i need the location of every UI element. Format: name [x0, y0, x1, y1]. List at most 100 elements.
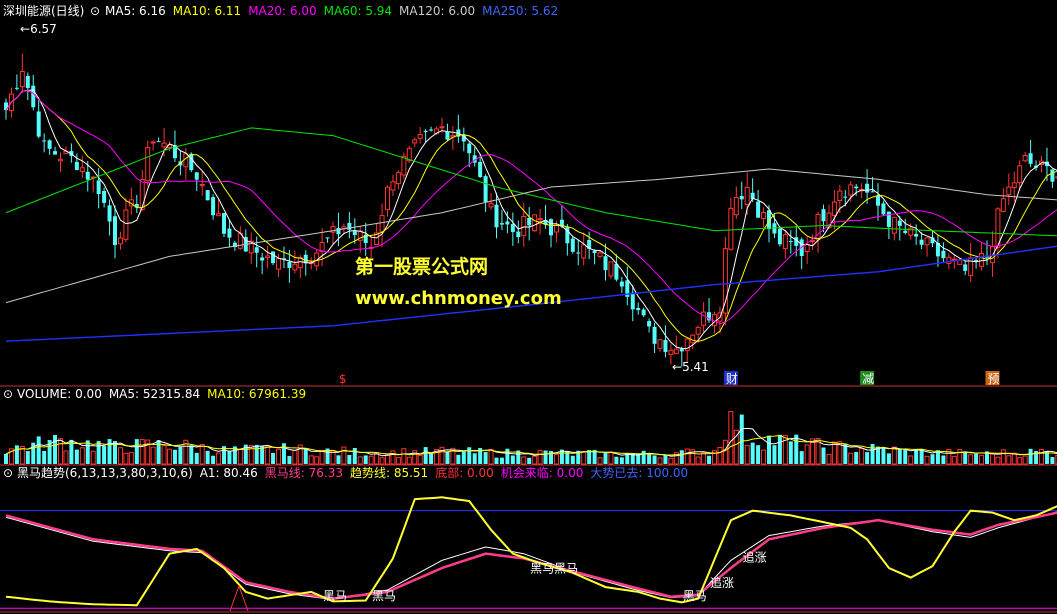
volume-bar	[467, 447, 472, 464]
volume-bar	[1006, 455, 1012, 465]
volume-bar	[1022, 455, 1028, 465]
svg-text:减: 减	[862, 372, 874, 386]
legend-item: 大势已去: 100.00	[590, 466, 688, 480]
volume-bar	[128, 452, 134, 465]
volume-bar	[139, 439, 145, 465]
legend-item: A1: 80.46	[200, 466, 258, 480]
volume-bar	[401, 448, 407, 465]
volume-bar	[831, 441, 837, 465]
volume-bar	[205, 450, 210, 464]
volume-bar	[483, 451, 488, 464]
volume-bar	[336, 455, 341, 464]
volume-bar	[701, 452, 707, 465]
volume-bar	[379, 457, 385, 465]
volume-legend: ⊙ VOLUME: 0.00 MA5: 52315.84 MA10: 67961.3…	[3, 387, 306, 401]
event-marker[interactable]: $	[339, 372, 347, 386]
volume-bar	[537, 449, 543, 465]
event-marker[interactable]: 预	[985, 371, 999, 386]
volume-bar	[614, 456, 619, 464]
volume-bar	[1039, 449, 1044, 465]
volume-bar	[74, 449, 79, 464]
volume-bar	[85, 440, 90, 464]
volume-bar	[979, 454, 985, 465]
volume-bar	[423, 447, 428, 464]
legend-item: 机会来临: 0.00	[501, 466, 584, 480]
volume-bar	[227, 450, 232, 464]
indicator-settings-icon[interactable]: ⊙	[3, 466, 13, 480]
volume-bar	[865, 452, 870, 464]
volume-bar	[968, 454, 974, 465]
volume-bar	[429, 453, 434, 464]
volume-bar	[395, 457, 401, 465]
volume-bar	[799, 451, 804, 464]
stock-chart: 深圳能源(日线) ⊙ MA5: 6.16 MA10: 6.11 MA20: 6.00…	[0, 0, 1057, 614]
volume-bar	[445, 451, 450, 464]
volume-bar	[919, 449, 924, 464]
volume-bar	[271, 452, 276, 464]
volume-bar	[995, 456, 1001, 465]
volume-bar	[859, 447, 865, 465]
event-marker[interactable]: 减	[860, 371, 874, 386]
volume-legend-row: VOLUME: 0.00 MA5: 52315.84 MA10: 67961.39	[17, 387, 306, 401]
volume-bar	[1050, 457, 1055, 464]
volume-bar	[150, 446, 156, 465]
ma-legend-row: MA5: 6.16 MA10: 6.11 MA20: 6.00 MA60: 5.94 M…	[105, 4, 558, 18]
volume-bar	[521, 456, 527, 465]
volume-bar	[870, 444, 875, 464]
volume-bar	[652, 455, 657, 464]
volume-bar	[161, 444, 167, 465]
volume-bar	[319, 449, 325, 465]
volume-bar	[292, 450, 298, 465]
volume-bar	[974, 453, 979, 464]
legend-item: MA10: 67961.39	[207, 387, 306, 401]
volume-bar	[848, 452, 854, 465]
annotation-label: 黑马	[683, 589, 707, 603]
volume-bar	[527, 457, 532, 464]
volume-bar	[963, 451, 968, 464]
volume-bar	[488, 448, 494, 465]
volume-bar	[543, 450, 548, 464]
volume-bar	[581, 451, 587, 465]
legend-item: 趋势线: 85.51	[350, 466, 428, 480]
volume-bar	[679, 450, 684, 464]
volume-bar	[510, 455, 515, 464]
volume-settings-icon[interactable]: ⊙	[3, 387, 13, 401]
volume-bar	[695, 456, 701, 465]
volume-bar	[951, 455, 957, 465]
legend-item: MA20: 6.00	[248, 4, 316, 18]
volume-bar	[417, 454, 423, 465]
volume-bar	[886, 453, 891, 464]
volume-bar	[14, 445, 19, 464]
volume-bar	[341, 446, 347, 465]
legend-item: 底部: 0.00	[435, 465, 494, 480]
legend-item: 黑马线: 76.33	[265, 466, 343, 480]
volume-bar	[826, 453, 832, 465]
volume-bar	[722, 439, 728, 465]
candle	[532, 214, 538, 233]
volume-bar	[265, 445, 271, 465]
volume-bar	[107, 439, 112, 464]
volume-bar	[505, 448, 510, 464]
volume-bar	[287, 456, 292, 464]
volume-bar	[854, 451, 859, 464]
volume-bar	[254, 444, 259, 464]
settings-icon[interactable]: ⊙	[90, 4, 100, 18]
volume-bar	[42, 450, 47, 464]
candle	[205, 190, 210, 201]
annotation-label: 黑马黑马	[530, 562, 578, 576]
volume-bar	[707, 455, 712, 464]
candle	[777, 226, 782, 247]
volume-bar	[303, 448, 308, 464]
annotation-label: 追涨	[743, 550, 767, 565]
volume-bar	[36, 436, 41, 464]
legend-item: 黑马趋势(6,13,13,3,80,3,10,6)	[17, 466, 193, 480]
volume-bar	[744, 445, 750, 465]
volume-bar	[684, 448, 690, 465]
volume-bar	[777, 434, 782, 464]
volume-bar	[4, 453, 8, 464]
volume-bar	[357, 456, 363, 465]
volume-bar	[663, 454, 668, 464]
event-marker[interactable]: 财	[723, 371, 738, 386]
volume-bar	[25, 451, 30, 464]
candle	[222, 212, 226, 238]
